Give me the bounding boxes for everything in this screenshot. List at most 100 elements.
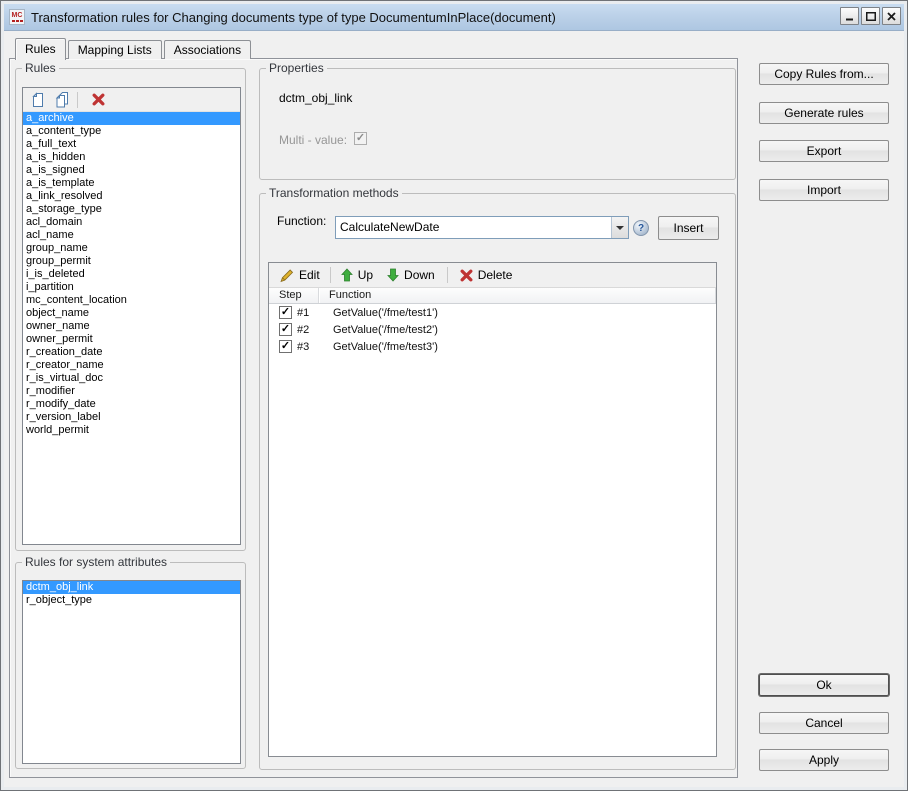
tab-associations[interactable]: Associations bbox=[164, 40, 251, 59]
edit-step-button[interactable]: Edit bbox=[279, 268, 320, 283]
delete-step-button[interactable]: Delete bbox=[460, 268, 513, 282]
step-row[interactable]: #1 GetValue('/fme/test1') bbox=[269, 304, 716, 321]
step-function: GetValue('/fme/test3') bbox=[333, 341, 438, 353]
rules-group: Rules a_archivea_content_typea_full_text… bbox=[15, 68, 246, 551]
rules-list-item[interactable]: r_is_virtual_doc bbox=[23, 372, 240, 385]
system-rules-list-item[interactable]: r_object_type bbox=[23, 594, 240, 607]
rules-list-item[interactable]: a_content_type bbox=[23, 125, 240, 138]
rules-list-item[interactable]: object_name bbox=[23, 307, 240, 320]
function-combobox[interactable]: CalculateNewDate bbox=[335, 216, 629, 239]
rules-list-item-label: r_modify_date bbox=[26, 398, 96, 410]
rules-list-item-label: r_creation_date bbox=[26, 346, 102, 358]
rules-list-item[interactable]: i_is_deleted bbox=[23, 268, 240, 281]
rules-list-item[interactable]: a_storage_type bbox=[23, 203, 240, 216]
system-rules-list: dctm_obj_linkr_object_type bbox=[23, 581, 240, 607]
app-icon-letters: MC bbox=[12, 12, 23, 19]
properties-group-label: Properties bbox=[266, 61, 327, 75]
step-row[interactable]: #3 GetValue('/fme/test3') bbox=[269, 338, 716, 355]
rules-list-item[interactable]: a_is_hidden bbox=[23, 151, 240, 164]
column-header-step[interactable]: Step bbox=[269, 288, 319, 303]
import-button[interactable]: Import bbox=[759, 179, 889, 201]
export-button[interactable]: Export bbox=[759, 140, 889, 162]
minimize-button[interactable] bbox=[840, 7, 859, 25]
delete-rule-icon[interactable] bbox=[90, 92, 106, 108]
step-checkbox[interactable] bbox=[279, 306, 292, 319]
system-rules-list-item[interactable]: dctm_obj_link bbox=[23, 581, 240, 594]
move-down-label: Down bbox=[404, 268, 435, 282]
rules-list-item[interactable]: a_archive bbox=[23, 112, 240, 125]
step-checkbox[interactable] bbox=[279, 323, 292, 336]
apply-button[interactable]: Apply bbox=[759, 749, 889, 771]
copy-rules-from-button[interactable]: Copy Rules from... bbox=[759, 63, 889, 85]
rules-list-item[interactable]: r_version_label bbox=[23, 411, 240, 424]
tab-rules[interactable]: Rules bbox=[15, 38, 66, 60]
move-up-button[interactable]: Up bbox=[341, 268, 373, 282]
app-icon: MC bbox=[9, 9, 25, 25]
rules-list-item[interactable]: r_modify_date bbox=[23, 398, 240, 411]
step-function: GetValue('/fme/test1') bbox=[333, 307, 438, 319]
rules-list-item[interactable]: acl_name bbox=[23, 229, 240, 242]
dialog-window: MC Transformation rules for Changing doc… bbox=[0, 0, 908, 791]
close-button[interactable] bbox=[882, 7, 901, 25]
rules-list-item[interactable]: r_creator_name bbox=[23, 359, 240, 372]
rules-list-item[interactable]: r_creation_date bbox=[23, 346, 240, 359]
rules-list-item[interactable]: r_modifier bbox=[23, 385, 240, 398]
rules-list-item[interactable]: a_is_template bbox=[23, 177, 240, 190]
generate-rules-button[interactable]: Generate rules bbox=[759, 102, 889, 124]
window-title: Transformation rules for Changing docume… bbox=[31, 10, 556, 25]
rules-list-item-label: a_is_signed bbox=[26, 164, 85, 176]
app-icon-dashes bbox=[12, 20, 23, 22]
move-down-button[interactable]: Down bbox=[387, 268, 435, 282]
step-row[interactable]: #2 GetValue('/fme/test2') bbox=[269, 321, 716, 338]
steps-toolbar: Edit Up Down Delete bbox=[269, 263, 716, 288]
steps-panel: Edit Up Down Delete Step F bbox=[268, 262, 717, 757]
step-number: #3 bbox=[297, 341, 323, 353]
rules-list-item[interactable]: acl_domain bbox=[23, 216, 240, 229]
pencil-icon bbox=[279, 268, 294, 283]
rules-list-item-label: object_name bbox=[26, 307, 89, 319]
edit-step-label: Edit bbox=[299, 268, 320, 282]
rules-list-item[interactable]: a_full_text bbox=[23, 138, 240, 151]
minimize-icon bbox=[845, 12, 855, 21]
rules-list-item[interactable]: owner_name bbox=[23, 320, 240, 333]
ok-button[interactable]: Ok bbox=[759, 674, 889, 696]
rules-list-item[interactable]: i_partition bbox=[23, 281, 240, 294]
chevron-down-icon bbox=[616, 226, 624, 230]
rules-list-item[interactable]: a_is_signed bbox=[23, 164, 240, 177]
rules-list-item-label: a_storage_type bbox=[26, 203, 102, 215]
column-header-function[interactable]: Function bbox=[319, 288, 716, 303]
rules-list-item[interactable]: world_permit bbox=[23, 424, 240, 437]
help-button[interactable]: ? bbox=[633, 220, 649, 236]
rules-list-item[interactable]: group_permit bbox=[23, 255, 240, 268]
rules-list-item[interactable]: a_link_resolved bbox=[23, 190, 240, 203]
maximize-icon bbox=[866, 12, 876, 21]
rules-list-item-label: acl_domain bbox=[26, 216, 82, 228]
tab-strip: Rules Mapping Lists Associations bbox=[15, 37, 253, 59]
rules-list-item[interactable]: group_name bbox=[23, 242, 240, 255]
rules-list-item[interactable]: owner_permit bbox=[23, 333, 240, 346]
insert-button[interactable]: Insert bbox=[658, 216, 719, 240]
rules-list-item-label: owner_name bbox=[26, 320, 90, 332]
rules-list-item-label: r_version_label bbox=[26, 411, 101, 423]
copy-rule-icon[interactable] bbox=[53, 92, 69, 108]
tab-mapping-lists[interactable]: Mapping Lists bbox=[68, 40, 162, 59]
combobox-dropdown-button[interactable] bbox=[611, 217, 628, 238]
multi-value-label: Multi - value: bbox=[279, 133, 347, 147]
rules-list-item[interactable]: mc_content_location bbox=[23, 294, 240, 307]
rules-group-label: Rules bbox=[22, 61, 59, 75]
steps-header: Step Function bbox=[269, 288, 716, 304]
step-checkbox[interactable] bbox=[279, 340, 292, 353]
step-function: GetValue('/fme/test2') bbox=[333, 324, 438, 336]
rules-list-item-label: a_is_hidden bbox=[26, 151, 85, 163]
step-number: #1 bbox=[297, 307, 323, 319]
methods-group: Transformation methods Function: Calcula… bbox=[259, 193, 736, 770]
close-icon bbox=[887, 12, 896, 21]
cancel-button[interactable]: Cancel bbox=[759, 712, 889, 734]
maximize-button[interactable] bbox=[861, 7, 880, 25]
rules-list-item-label: owner_permit bbox=[26, 333, 93, 345]
new-rule-icon[interactable] bbox=[30, 92, 46, 108]
rules-list-item-label: a_archive bbox=[26, 112, 74, 124]
rules-list: a_archivea_content_typea_full_texta_is_h… bbox=[23, 112, 240, 437]
rules-list-item-label: a_is_template bbox=[26, 177, 95, 189]
rules-list-item-label: a_full_text bbox=[26, 138, 76, 150]
